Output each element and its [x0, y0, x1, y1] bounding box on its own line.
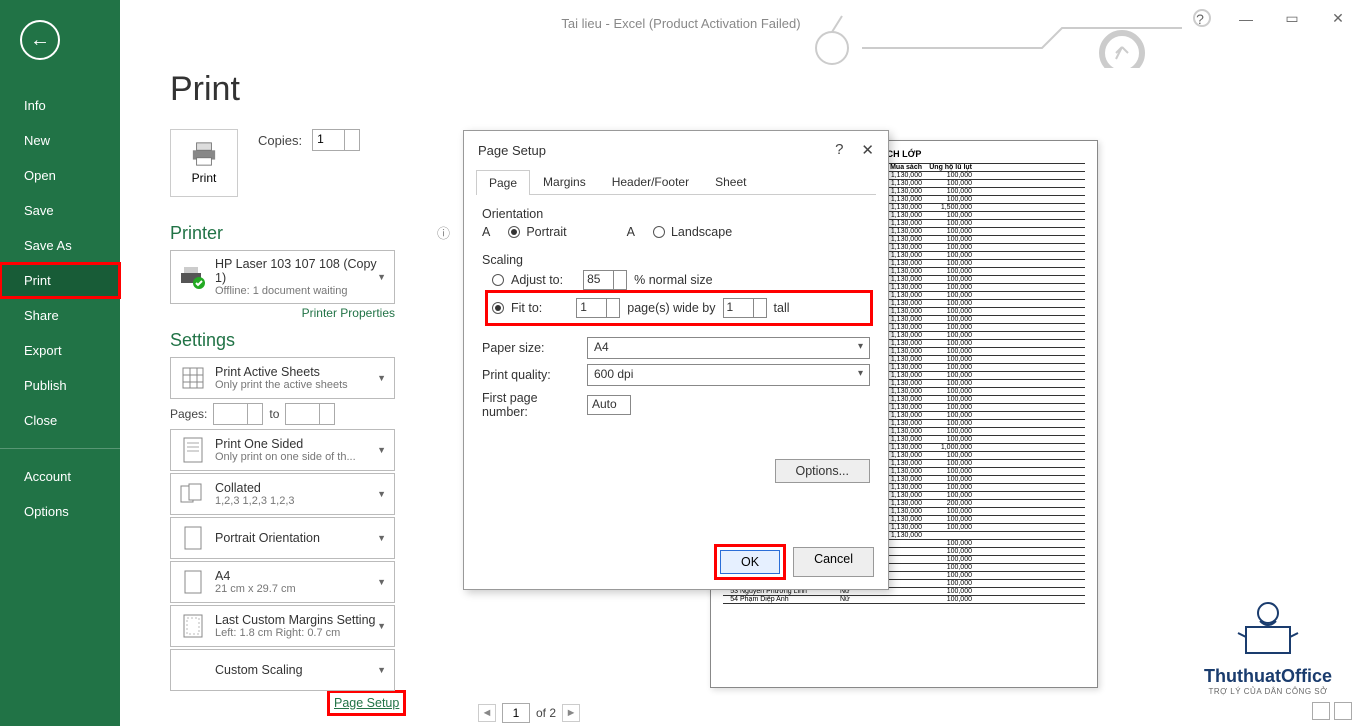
dialog-tabs: Page Margins Header/Footer Sheet [476, 169, 876, 195]
printer-heading: Printer [170, 223, 450, 244]
watermark: ThuthuatOffice TRỢ LÝ CỦA DÂN CÔNG SỞ [1204, 597, 1332, 696]
sidebar-close[interactable]: Close [0, 403, 120, 438]
tab-page[interactable]: Page [476, 170, 530, 195]
printer-status: Offline: 1 document waiting [215, 285, 386, 297]
landscape-thumb-icon: A [627, 225, 635, 239]
scaling-label: Scaling [482, 253, 870, 267]
sidebar-publish[interactable]: Publish [0, 368, 120, 403]
help-icon[interactable]: ? [1186, 11, 1214, 27]
printer-status-icon [179, 263, 207, 291]
settings-heading: Settings [170, 330, 450, 351]
collated-icon [179, 480, 207, 508]
adjust-to-radio[interactable] [492, 274, 504, 286]
sidebar-print[interactable]: Print [0, 263, 120, 298]
tab-sheet[interactable]: Sheet [702, 169, 759, 194]
copies-label: Copies: [258, 133, 302, 148]
printer-info-icon[interactable]: ⓘ [437, 223, 450, 242]
zoom-to-page-icon[interactable] [1334, 702, 1352, 720]
page-total: of 2 [536, 706, 556, 720]
paper-size-label: Paper size: [482, 341, 577, 355]
dialog-title: Page Setup [478, 143, 546, 158]
sheets-icon [179, 364, 207, 392]
printer-properties-link[interactable]: Printer Properties [170, 306, 395, 320]
paper-size-select[interactable]: A421 cm x 29.7 cm ▼ [170, 561, 395, 603]
tab-margins[interactable]: Margins [530, 169, 599, 194]
orientation-label: Orientation [482, 207, 870, 221]
print-quality-dropdown[interactable]: 600 dpi [587, 364, 870, 386]
printer-select[interactable]: HP Laser 103 107 108 (Copy 1) Offline: 1… [170, 250, 395, 304]
app-title: Tai lieu - Excel (Product Activation Fai… [0, 16, 1362, 31]
minimize-icon[interactable]: — [1232, 11, 1260, 27]
pages-from-input[interactable] [213, 403, 263, 425]
print-button[interactable]: Print [170, 129, 238, 197]
cancel-button[interactable]: Cancel [793, 547, 874, 577]
portrait-thumb-icon: A [482, 225, 490, 239]
sidebar-options[interactable]: Options [0, 494, 120, 529]
paper-size-dropdown[interactable]: A4 [587, 337, 870, 359]
fit-wide-input[interactable]: 1 [576, 298, 620, 318]
fit-to-radio[interactable] [492, 302, 504, 314]
pages-to-input[interactable] [285, 403, 335, 425]
margins-icon [179, 612, 207, 640]
restore-icon[interactable]: ▭ [1278, 10, 1306, 27]
page-setup-dialog: Page Setup ? ✕ Page Margins Header/Footer… [463, 130, 889, 590]
ok-button[interactable]: OK [720, 550, 780, 574]
sided-select[interactable]: Print One SidedOnly print on one side of… [170, 429, 395, 471]
sidebar-save[interactable]: Save [0, 193, 120, 228]
first-page-label: First page number: [482, 391, 577, 419]
chevron-down-icon: ▼ [377, 272, 386, 282]
prev-page-button[interactable]: ◄ [478, 704, 496, 722]
back-button[interactable]: ← [20, 20, 60, 60]
current-page-input[interactable] [502, 703, 530, 723]
page-title: Print [170, 70, 450, 109]
sidebar-share[interactable]: Share [0, 298, 120, 333]
page-setup-link[interactable]: Page Setup [330, 693, 403, 713]
landscape-radio[interactable]: Landscape [653, 225, 732, 239]
dialog-help-icon[interactable]: ? [835, 141, 843, 159]
paper-icon [179, 568, 207, 596]
sidebar-account[interactable]: Account [0, 459, 120, 494]
sidebar-open[interactable]: Open [0, 158, 120, 193]
scaling-select[interactable]: Custom Scaling ▼ [170, 649, 395, 691]
print-what-select[interactable]: Print Active SheetsOnly print the active… [170, 357, 395, 399]
sidebar-export[interactable]: Export [0, 333, 120, 368]
print-quality-label: Print quality: [482, 368, 577, 382]
printer-icon [189, 141, 219, 167]
page-icon [179, 436, 207, 464]
dialog-close-icon[interactable]: ✕ [861, 141, 874, 159]
sidebar-new[interactable]: New [0, 123, 120, 158]
copies-input[interactable]: 1 [312, 129, 360, 151]
first-page-input[interactable]: Auto [587, 395, 631, 415]
pages-label: Pages: [170, 407, 207, 421]
portrait-radio[interactable]: Portrait [508, 225, 566, 239]
backstage-sidebar: ← Info New Open Save Save As Print Share… [0, 0, 120, 726]
close-window-icon[interactable]: ✕ [1324, 10, 1352, 27]
printer-name: HP Laser 103 107 108 (Copy 1) [215, 257, 386, 285]
print-button-label: Print [192, 171, 217, 185]
tab-header-footer[interactable]: Header/Footer [599, 169, 702, 194]
sidebar-info[interactable]: Info [0, 88, 120, 123]
show-margins-icon[interactable] [1312, 702, 1330, 720]
collated-select[interactable]: Collated1,2,3 1,2,3 1,2,3 ▼ [170, 473, 395, 515]
fit-tall-input[interactable]: 1 [723, 298, 767, 318]
orientation-select[interactable]: Portrait Orientation ▼ [170, 517, 395, 559]
adjust-percent-input[interactable]: 85 [583, 270, 627, 290]
options-button[interactable]: Options... [775, 459, 871, 483]
sidebar-save-as[interactable]: Save As [0, 228, 120, 263]
next-page-button[interactable]: ► [562, 704, 580, 722]
page-navigator: ◄ of 2 ► [478, 703, 580, 723]
portrait-icon [179, 524, 207, 552]
margins-select[interactable]: Last Custom Margins SettingLeft: 1.8 cm … [170, 605, 395, 647]
